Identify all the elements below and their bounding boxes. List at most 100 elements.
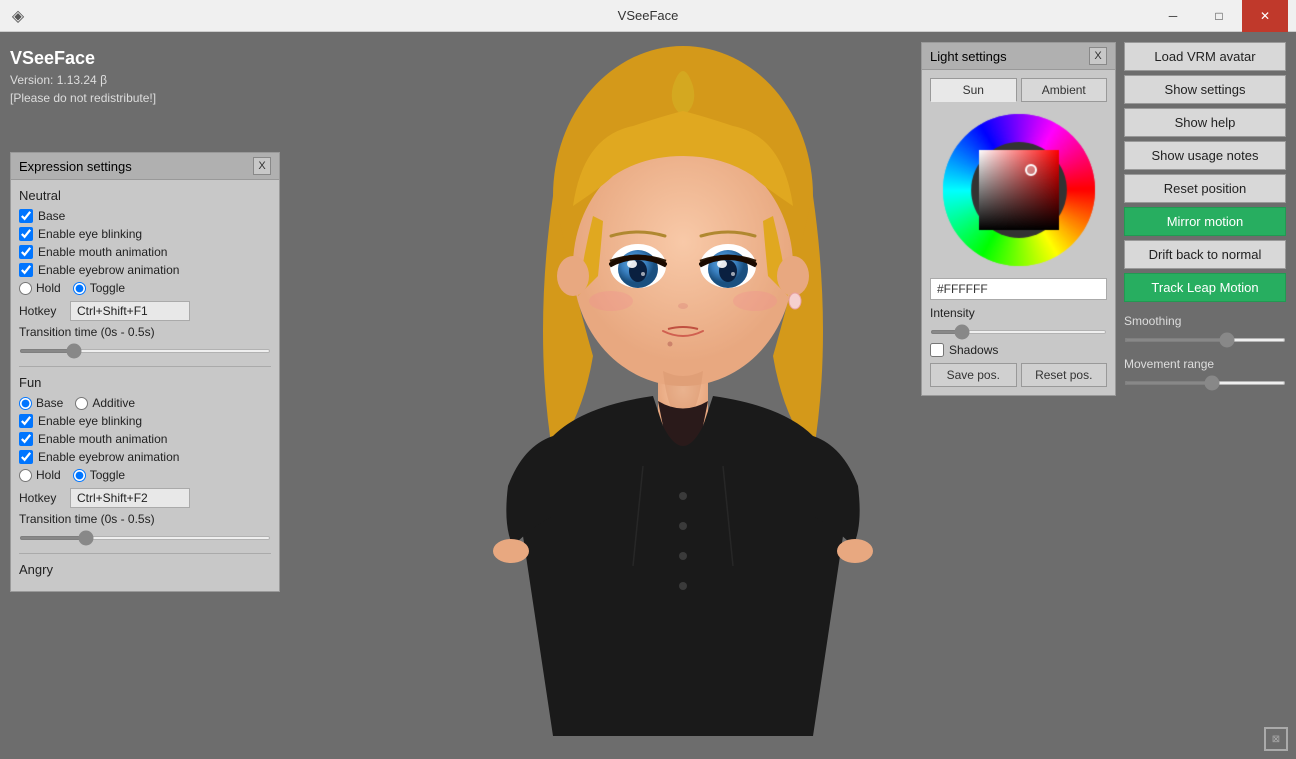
neutral-toggle-label: Toggle [90, 281, 125, 295]
light-panel-title: Light settings [930, 49, 1007, 64]
show-help-button[interactable]: Show help [1124, 108, 1286, 137]
neutral-toggle-radio[interactable] [73, 282, 86, 295]
fun-additive-radio[interactable] [75, 397, 88, 410]
neutral-eye-blinking-checkbox[interactable] [19, 227, 33, 241]
smoothing-section: Smoothing [1124, 314, 1286, 345]
minimize-button[interactable]: ─ [1150, 0, 1196, 32]
neutral-hold-item: Hold [19, 281, 61, 295]
neutral-mouth-row: Enable mouth animation [19, 245, 271, 259]
neutral-base-row: Base [19, 209, 271, 223]
movement-range-section: Movement range [1124, 357, 1286, 388]
neutral-transition-slider[interactable] [19, 349, 271, 353]
fun-hotkey-row: Hotkey [19, 488, 271, 508]
fun-eye-blinking-row: Enable eye blinking [19, 414, 271, 428]
neutral-hotkey-row: Hotkey [19, 301, 271, 321]
light-panel-header: Light settings X [922, 43, 1115, 70]
light-panel-close[interactable]: X [1089, 47, 1107, 65]
bottom-right-icon[interactable]: ⊠ [1264, 727, 1288, 751]
fun-hotkey-input[interactable] [70, 488, 190, 508]
main-area: VSeeFace Version: 1.13.24 β [Please do n… [0, 32, 1296, 759]
window-title: VSeeFace [618, 8, 679, 23]
neutral-transition-row: Transition time (0s - 0.5s) [19, 325, 271, 356]
app-version: Version: 1.13.24 β [10, 73, 156, 87]
sun-tab[interactable]: Sun [930, 78, 1017, 102]
reset-pos-button[interactable]: Reset pos. [1021, 363, 1108, 387]
fun-mouth-checkbox[interactable] [19, 432, 33, 446]
expression-panel: Expression settings X Neutral Base Enabl… [10, 152, 280, 592]
neutral-eye-blinking-label: Enable eye blinking [38, 227, 142, 241]
avatar-svg [453, 36, 913, 756]
shadows-row: Shadows [930, 343, 1107, 357]
titlebar: ◈ VSeeFace ─ □ ✕ [0, 0, 1296, 32]
fun-eye-blinking-checkbox[interactable] [19, 414, 33, 428]
app-header: VSeeFace Version: 1.13.24 β [Please do n… [10, 48, 156, 105]
divider-2 [19, 553, 271, 554]
fun-hold-label: Hold [36, 468, 61, 482]
fun-base-additive-row: Base Additive [19, 396, 271, 410]
light-panel: Light settings X Sun Ambient Intensity S… [921, 42, 1116, 396]
track-leap-button[interactable]: Track Leap Motion [1124, 273, 1286, 302]
light-panel-body: Sun Ambient Intensity Shadows Save pos. … [922, 70, 1115, 395]
right-panel: Load VRM avatar Show settings Show help … [1124, 42, 1286, 388]
shadows-label: Shadows [949, 343, 998, 357]
load-vrm-button[interactable]: Load VRM avatar [1124, 42, 1286, 71]
sun-ambient-tabs: Sun Ambient [930, 78, 1107, 102]
movement-range-slider[interactable] [1124, 381, 1286, 385]
intensity-label: Intensity [930, 306, 1107, 320]
fun-eyebrow-label: Enable eyebrow animation [38, 450, 179, 464]
neutral-base-checkbox[interactable] [19, 209, 33, 223]
fun-additive-label: Additive [92, 396, 135, 410]
expression-panel-title: Expression settings [19, 159, 132, 174]
expression-panel-header: Expression settings X [11, 153, 279, 180]
color-hex-input[interactable] [930, 278, 1107, 300]
pos-buttons: Save pos. Reset pos. [930, 363, 1107, 387]
divider-1 [19, 366, 271, 367]
neutral-eye-blinking-row: Enable eye blinking [19, 227, 271, 241]
app-icon: ◈ [8, 6, 28, 26]
fun-mouth-row: Enable mouth animation [19, 432, 271, 446]
fun-transition-slider[interactable] [19, 536, 271, 540]
fun-toggle-radio[interactable] [73, 469, 86, 482]
neutral-mouth-checkbox[interactable] [19, 245, 33, 259]
neutral-mouth-label: Enable mouth animation [38, 245, 167, 259]
fun-eyebrow-checkbox[interactable] [19, 450, 33, 464]
neutral-eyebrow-checkbox[interactable] [19, 263, 33, 277]
show-usage-button[interactable]: Show usage notes [1124, 141, 1286, 170]
app-title: VSeeFace [10, 48, 156, 69]
neutral-hotkey-label: Hotkey [19, 304, 64, 318]
neutral-base-label: Base [38, 209, 65, 223]
fun-eyebrow-row: Enable eyebrow animation [19, 450, 271, 464]
save-pos-button[interactable]: Save pos. [930, 363, 1017, 387]
neutral-eyebrow-label: Enable eyebrow animation [38, 263, 179, 277]
expression-panel-close[interactable]: X [253, 157, 271, 175]
neutral-toggle-item: Toggle [73, 281, 125, 295]
fun-eye-blinking-label: Enable eye blinking [38, 414, 142, 428]
fun-hotkey-label: Hotkey [19, 491, 64, 505]
mirror-motion-button[interactable]: Mirror motion [1124, 207, 1286, 236]
neutral-hold-radio[interactable] [19, 282, 32, 295]
drift-back-button[interactable]: Drift back to normal [1124, 240, 1286, 269]
color-wheel-container [930, 110, 1107, 270]
smoothing-slider[interactable] [1124, 338, 1286, 342]
maximize-button[interactable]: □ [1196, 0, 1242, 32]
neutral-hotkey-input[interactable] [70, 301, 190, 321]
fun-transition-label: Transition time (0s - 0.5s) [19, 512, 271, 526]
neutral-eyebrow-row: Enable eyebrow animation [19, 263, 271, 277]
ambient-tab[interactable]: Ambient [1021, 78, 1108, 102]
section-neutral-title: Neutral [19, 188, 271, 203]
fun-base-radio[interactable] [19, 397, 32, 410]
show-settings-button[interactable]: Show settings [1124, 75, 1286, 104]
expression-panel-body: Neutral Base Enable eye blinking Enable … [11, 180, 279, 591]
close-button[interactable]: ✕ [1242, 0, 1288, 32]
smoothing-label: Smoothing [1124, 314, 1286, 328]
shadows-checkbox[interactable] [930, 343, 944, 357]
movement-range-label: Movement range [1124, 357, 1286, 371]
reset-position-button[interactable]: Reset position [1124, 174, 1286, 203]
fun-hold-radio[interactable] [19, 469, 32, 482]
neutral-hold-label: Hold [36, 281, 61, 295]
fun-transition-row: Transition time (0s - 0.5s) [19, 512, 271, 543]
neutral-hold-toggle-row: Hold Toggle [19, 281, 271, 295]
color-wheel[interactable] [939, 110, 1099, 270]
intensity-slider[interactable] [930, 330, 1107, 334]
app-subtitle: [Please do not redistribute!] [10, 91, 156, 105]
